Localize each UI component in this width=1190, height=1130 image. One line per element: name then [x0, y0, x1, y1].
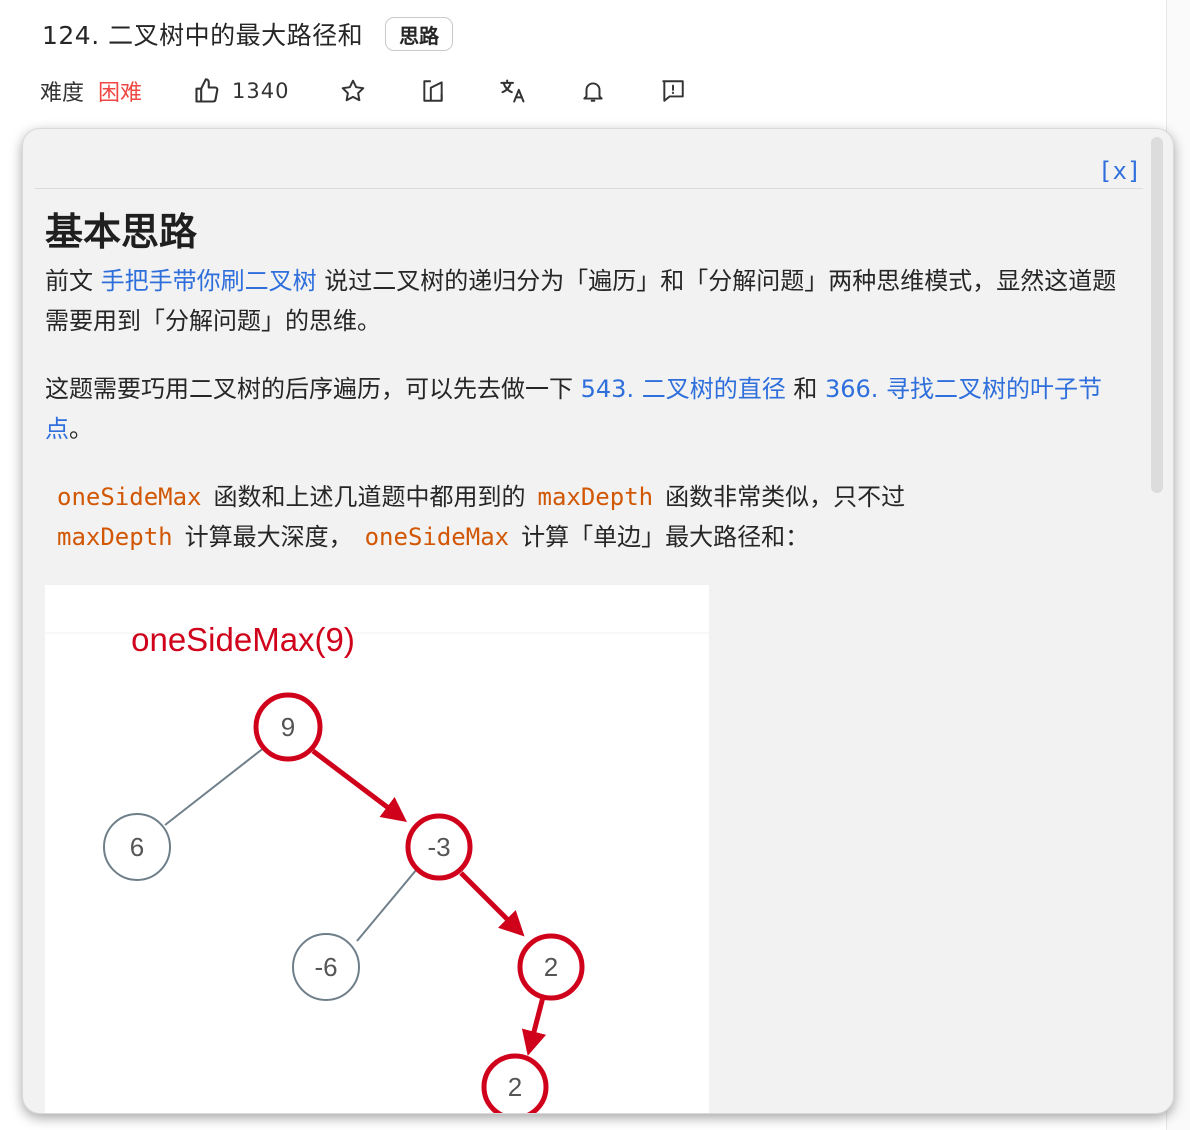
- code-maxdepth: maxDepth: [537, 483, 654, 511]
- star-icon[interactable]: [333, 71, 373, 111]
- popover-scrollbar[interactable]: [1151, 137, 1163, 493]
- svg-text:2: 2: [544, 952, 558, 982]
- path-edge-2-2: [521, 996, 547, 1056]
- svg-text:-6: -6: [314, 952, 337, 982]
- problem-title: 124. 二叉树中的最大路径和: [42, 21, 364, 50]
- text: 前文: [45, 267, 101, 295]
- bell-icon[interactable]: [573, 71, 613, 111]
- explanation-paragraph: oneSideMax 函数和上述几道题中都用到的 maxDepth 函数非常类似，只不…: [45, 477, 1135, 557]
- code-onesidemax: oneSideMax: [57, 483, 202, 511]
- svg-text:2: 2: [508, 1072, 522, 1102]
- feedback-icon[interactable]: [653, 71, 693, 111]
- text: 和: [785, 375, 825, 403]
- translate-icon[interactable]: [493, 71, 533, 111]
- text: 。: [69, 415, 93, 443]
- text: 计算最大深度，: [184, 523, 353, 551]
- difficulty-label: 难度: [40, 81, 85, 106]
- tree-diagram-figure: oneSideMax(9) 9 6 -3 -6 2 2: [45, 585, 709, 1113]
- text: 函数非常类似，只不过: [665, 483, 906, 511]
- solution-popover: [x] 基本思路 前文 手把手带你刷二叉树 说过二叉树的递归分为「遍历」和「分解…: [22, 128, 1174, 1114]
- tree-diagram: oneSideMax(9) 9 6 -3 -6 2 2: [45, 621, 709, 1113]
- difficulty-value: 困难: [98, 81, 143, 106]
- section-heading: 基本思路: [45, 210, 198, 254]
- svg-text:6: 6: [130, 832, 144, 862]
- tree-node-2: 2: [517, 933, 585, 1001]
- problem-header: 124. 二叉树中的最大路径和 思路: [42, 14, 454, 54]
- edge-9-6: [164, 746, 266, 826]
- thumbs-up-icon: [192, 71, 222, 111]
- hint-paragraph: 这题需要巧用二叉树的后序遍历，可以先去做一下 543. 二叉树的直径 和 366…: [45, 369, 1135, 449]
- text: 函数和上述几道题中都用到的: [213, 483, 526, 511]
- popover-divider: [35, 188, 1143, 189]
- like-count: 1340: [232, 79, 290, 103]
- binary-tree-guide-link[interactable]: 手把手带你刷二叉树: [101, 267, 317, 295]
- tree-node-6: 6: [103, 813, 171, 881]
- popover-content: 基本思路 前文 手把手带你刷二叉树 说过二叉树的递归分为「遍历」和「分解问题」两…: [45, 207, 1135, 557]
- tree-node-9: 9: [253, 692, 323, 762]
- path-edge-neg3-2: [459, 871, 525, 937]
- diagram-caption: oneSideMax(9): [131, 621, 355, 658]
- intro-paragraph: 前文 手把手带你刷二叉树 说过二叉树的递归分为「遍历」和「分解问题」两种思维模式…: [45, 261, 1135, 341]
- solution-idea-button[interactable]: 思路: [385, 17, 454, 51]
- problem-543-link[interactable]: 543. 二叉树的直径: [581, 375, 786, 403]
- tree-node-neg3: -3: [405, 813, 473, 881]
- code-onesidemax: oneSideMax: [364, 523, 510, 551]
- like-button[interactable]: 1340: [192, 71, 289, 111]
- svg-text:-3: -3: [427, 832, 450, 862]
- text: 计算「单边」最大路径和：: [521, 523, 810, 551]
- tree-node-neg6: -6: [292, 933, 360, 1001]
- close-popover-link[interactable]: [x]: [1098, 157, 1141, 185]
- share-icon[interactable]: [413, 71, 453, 111]
- edge-neg3-neg6: [356, 868, 418, 942]
- code-maxdepth: maxDepth: [57, 523, 173, 551]
- text: 这题需要巧用二叉树的后序遍历，可以先去做一下: [45, 375, 581, 403]
- problem-meta-bar: 难度 困难 1340: [40, 70, 693, 112]
- tree-node-2-leaf: 2: [481, 1053, 549, 1113]
- svg-text:9: 9: [281, 712, 295, 742]
- path-edge-9-neg3: [311, 749, 407, 823]
